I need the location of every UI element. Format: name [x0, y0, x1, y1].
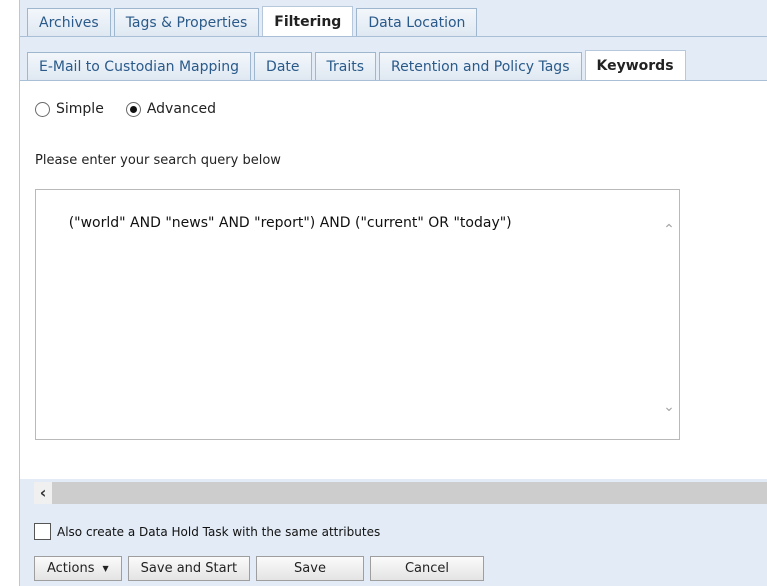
chevron-up-icon[interactable]: ⌃ — [663, 223, 675, 237]
tab-email-custodian-mapping[interactable]: E-Mail to Custodian Mapping — [27, 52, 252, 80]
radio-simple-circle[interactable] — [35, 101, 50, 117]
tab-row-primary: Archives Tags & Properties Filtering Dat… — [20, 6, 480, 36]
tab-traits[interactable]: Traits — [314, 52, 377, 80]
caret-down-icon: ▼ — [102, 564, 109, 573]
horizontal-scrollbar[interactable]: ‹ — [34, 482, 767, 504]
tab-date[interactable]: Date — [254, 52, 312, 80]
tab-row-secondary: E-Mail to Custodian Mapping Date Traits … — [20, 50, 689, 80]
radio-simple[interactable]: Simple — [35, 101, 104, 117]
tab-tags-properties[interactable]: Tags & Properties — [113, 8, 260, 36]
save-button[interactable]: Save — [256, 556, 364, 581]
query-vertical-scrollbar[interactable]: ⌃ ⌄ — [659, 190, 679, 439]
data-hold-option[interactable]: Also create a Data Hold Task with the sa… — [34, 523, 380, 540]
radio-advanced-label: Advanced — [146, 101, 216, 117]
radio-advanced[interactable]: Advanced — [125, 101, 216, 117]
actions-dropdown-button[interactable]: Actions ▼ — [34, 556, 122, 581]
data-hold-checkbox[interactable] — [34, 523, 51, 540]
tab-data-location[interactable]: Data Location — [356, 8, 478, 36]
search-query-text: ("world" AND "news" AND "report") AND ("… — [68, 215, 512, 231]
tab-row-primary-divider — [20, 36, 767, 37]
cancel-button[interactable]: Cancel — [369, 556, 485, 581]
chevron-left-icon[interactable]: ‹ — [34, 482, 52, 504]
radio-advanced-circle[interactable] — [125, 101, 141, 117]
properties-panel: Archives Tags & Properties Filtering Dat… — [19, 0, 767, 586]
save-and-start-button[interactable]: Save and Start — [127, 556, 251, 581]
actions-label: Actions — [47, 561, 95, 576]
search-query-textarea[interactable]: ("world" AND "news" AND "report") AND ("… — [35, 189, 680, 440]
tab-keywords[interactable]: Keywords — [584, 50, 686, 80]
tab-archives[interactable]: Archives — [27, 8, 111, 36]
search-mode-group: Simple Advanced — [35, 101, 238, 117]
tab-filtering[interactable]: Filtering — [262, 6, 354, 36]
radio-simple-label: Simple — [56, 101, 104, 117]
tab-retention-policy-tags[interactable]: Retention and Policy Tags — [379, 52, 582, 80]
query-prompt: Please enter your search query below — [35, 153, 281, 168]
chevron-down-icon[interactable]: ⌄ — [663, 400, 675, 414]
action-buttons: Actions ▼ Save and Start Save Cancel — [34, 556, 490, 581]
data-hold-label: Also create a Data Hold Task with the sa… — [57, 524, 381, 539]
keywords-content: Simple Advanced Please enter your search… — [20, 81, 767, 479]
